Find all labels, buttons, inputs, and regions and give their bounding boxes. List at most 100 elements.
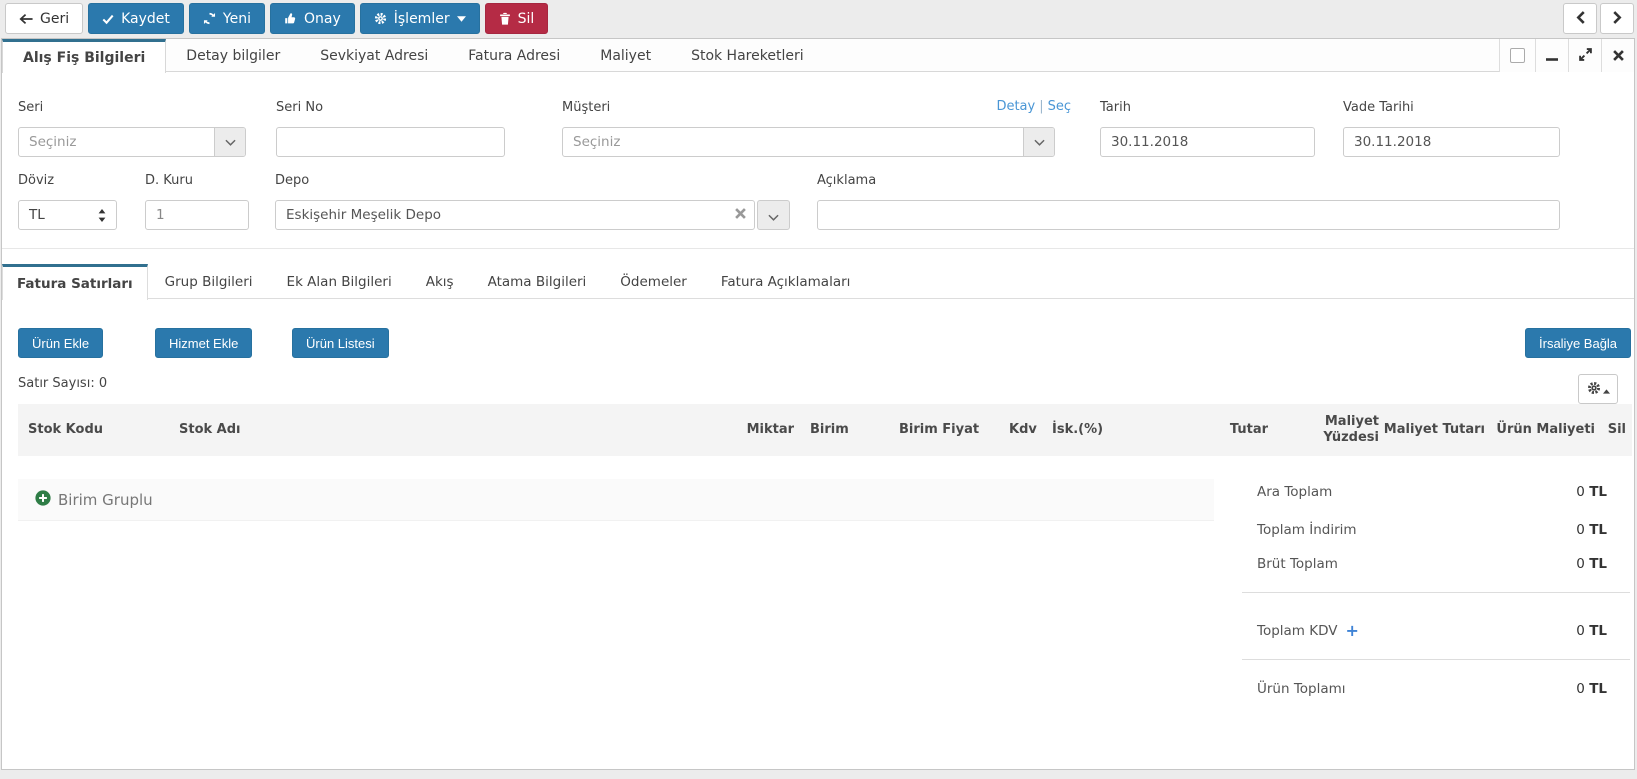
aciklama-field-group: Açıklama: [817, 174, 1560, 230]
section-divider: [2, 248, 1634, 249]
delete-button-label: Sil: [517, 10, 535, 27]
subtab-odemeler[interactable]: Ödemeler: [603, 264, 704, 299]
subtab-fatura-aciklamalari[interactable]: Fatura Açıklamaları: [704, 264, 868, 299]
chevron-down-icon: [1023, 128, 1054, 156]
column-header-tutar[interactable]: Tutar: [1116, 422, 1268, 438]
row-count-label: Satır Sayısı: 0: [18, 376, 108, 391]
total-label: Toplam İndirim: [1257, 521, 1357, 538]
subtab-grup-bilgileri[interactable]: Grup Bilgileri: [148, 264, 270, 299]
total-row-urun-toplami: Ürün Toplamı 0 TL: [1242, 680, 1632, 697]
approve-button-label: Onay: [303, 10, 341, 27]
urun-listesi-button[interactable]: Ürün Listesi: [292, 328, 389, 358]
grid-header-row: Stok Kodu Stok Adı Miktar Birim Birim Fi…: [18, 404, 1632, 456]
total-value: 0 TL: [1576, 483, 1607, 500]
total-label: Ara Toplam: [1257, 483, 1333, 500]
refresh-icon: [203, 12, 216, 25]
musteri-select-value: Seçiniz: [573, 134, 621, 150]
totals-divider: [1242, 659, 1630, 660]
next-record-button[interactable]: [1600, 3, 1634, 34]
column-header-birim-fiyat[interactable]: Birim Fiyat: [899, 422, 1009, 438]
minimize-button[interactable]: [1535, 39, 1568, 72]
total-label: Ürün Toplamı: [1257, 680, 1346, 697]
tarih-input[interactable]: [1100, 127, 1315, 157]
d-kuru-field-group: D. Kuru: [145, 174, 249, 230]
d-kuru-input[interactable]: [145, 200, 249, 230]
close-icon: [1612, 47, 1624, 65]
total-row-toplam-kdv: Toplam KDV + 0 TL: [1242, 622, 1632, 639]
new-button[interactable]: Yeni: [188, 3, 265, 34]
vade-tarihi-label: Vade Tarihi: [1343, 100, 1414, 115]
gear-icon: [1587, 381, 1601, 398]
back-button[interactable]: Geri: [5, 3, 84, 34]
clear-x-icon[interactable]: [735, 208, 746, 219]
subtab-fatura-satirlari[interactable]: Fatura Satırları: [2, 264, 148, 300]
subtab-akis[interactable]: Akış: [409, 264, 471, 299]
depo-chevron-down-button[interactable]: [757, 200, 790, 230]
birim-gruplu-row[interactable]: Birim Gruplu: [18, 479, 1214, 521]
total-label: Brüt Toplam: [1257, 555, 1338, 572]
actions-button[interactable]: İşlemler: [359, 3, 480, 34]
total-row-ara-toplam: Ara Toplam 0 TL: [1242, 483, 1632, 500]
total-label: Toplam KDV: [1257, 622, 1338, 639]
close-button[interactable]: [1601, 39, 1634, 72]
hizmet-ekle-button[interactable]: Hizmet Ekle: [155, 328, 253, 358]
record-pager: [1563, 3, 1634, 34]
total-value: 0 TL: [1576, 521, 1607, 538]
birim-gruplu-label: Birim Gruplu: [58, 490, 153, 509]
tab-stok-hareketleri[interactable]: Stok Hareketleri: [671, 39, 824, 72]
column-header-maliyet-yuzdesi[interactable]: Maliyet Yüzdesi: [1268, 414, 1379, 446]
detay-link[interactable]: Detay: [996, 99, 1035, 114]
kdv-expand-plus-icon[interactable]: +: [1346, 622, 1359, 638]
total-row-toplam-indirim: Toplam İndirim 0 TL: [1242, 521, 1632, 538]
maximize-button[interactable]: [1568, 39, 1601, 72]
panel-select-checkbox[interactable]: [1499, 39, 1535, 72]
approve-button[interactable]: Onay: [269, 3, 355, 34]
spinner-arrows-icon: [98, 208, 106, 222]
column-header-stok-adi[interactable]: Stok Adı: [168, 422, 634, 438]
tab-alis-fis-bilgileri[interactable]: Alış Fiş Bilgileri: [2, 39, 167, 73]
save-button[interactable]: Kaydet: [88, 3, 184, 34]
sec-link[interactable]: Seç: [1048, 99, 1071, 114]
column-header-sil[interactable]: Sil: [1595, 422, 1632, 438]
column-header-maliyet-tutari[interactable]: Maliyet Tutarı: [1379, 422, 1485, 438]
toolbar-buttons: Geri Kaydet Yeni Onay İşlemler Sil: [5, 3, 549, 34]
totals-panel: Ara Toplam 0 TL Toplam İndirim 0 TL Brüt…: [1242, 483, 1632, 713]
column-header-stok-kodu[interactable]: Stok Kodu: [18, 422, 168, 438]
tab-detay-bilgiler[interactable]: Detay bilgiler: [166, 39, 300, 72]
musteri-label: Müşteri: [562, 100, 611, 115]
column-header-birim[interactable]: Birim: [794, 422, 899, 438]
main-panel: Alış Fiş Bilgileri Detay bilgiler Sevkiy…: [1, 38, 1635, 770]
total-value: 0 TL: [1576, 622, 1607, 639]
actions-button-label: İşlemler: [393, 10, 450, 27]
column-header-miktar[interactable]: Miktar: [634, 422, 794, 438]
thumbs-up-icon: [284, 12, 297, 25]
link-separator: |: [1039, 99, 1044, 114]
tab-maliyet[interactable]: Maliyet: [580, 39, 671, 72]
musteri-select[interactable]: Seçiniz: [562, 127, 1055, 157]
irsaliye-bagla-button[interactable]: İrsaliye Bağla: [1525, 328, 1632, 358]
tab-sevkiyat-adresi[interactable]: Sevkiyat Adresi: [300, 39, 448, 72]
app-window: Geri Kaydet Yeni Onay İşlemler Sil Alış …: [0, 0, 1637, 779]
aciklama-input[interactable]: [817, 200, 1560, 230]
column-header-isk[interactable]: İsk.(%): [1036, 422, 1116, 438]
checkbox-icon: [1510, 48, 1525, 63]
seri-label: Seri: [18, 100, 44, 115]
vade-tarihi-input[interactable]: [1343, 127, 1560, 157]
minus-icon: [1546, 47, 1558, 65]
subtab-ek-alan-bilgileri[interactable]: Ek Alan Bilgileri: [270, 264, 409, 299]
previous-record-button[interactable]: [1563, 3, 1597, 34]
subtab-atama-bilgileri[interactable]: Atama Bilgileri: [471, 264, 604, 299]
panel-window-controls: [1499, 39, 1634, 72]
grid-settings-button[interactable]: [1578, 374, 1618, 404]
column-header-kdv[interactable]: Kdv: [1009, 422, 1037, 438]
seri-select[interactable]: Seçiniz: [18, 127, 246, 157]
doviz-select[interactable]: TL: [18, 200, 117, 230]
tab-fatura-adresi[interactable]: Fatura Adresi: [448, 39, 580, 72]
caret-down-icon: [456, 15, 466, 22]
plus-circle-icon[interactable]: [35, 489, 51, 510]
column-header-urun-maliyeti[interactable]: Ürün Maliyeti: [1485, 422, 1595, 438]
seri-no-input[interactable]: [276, 127, 505, 157]
depo-input[interactable]: [275, 200, 755, 230]
urun-ekle-button[interactable]: Ürün Ekle: [18, 328, 104, 358]
delete-button[interactable]: Sil: [484, 3, 549, 34]
